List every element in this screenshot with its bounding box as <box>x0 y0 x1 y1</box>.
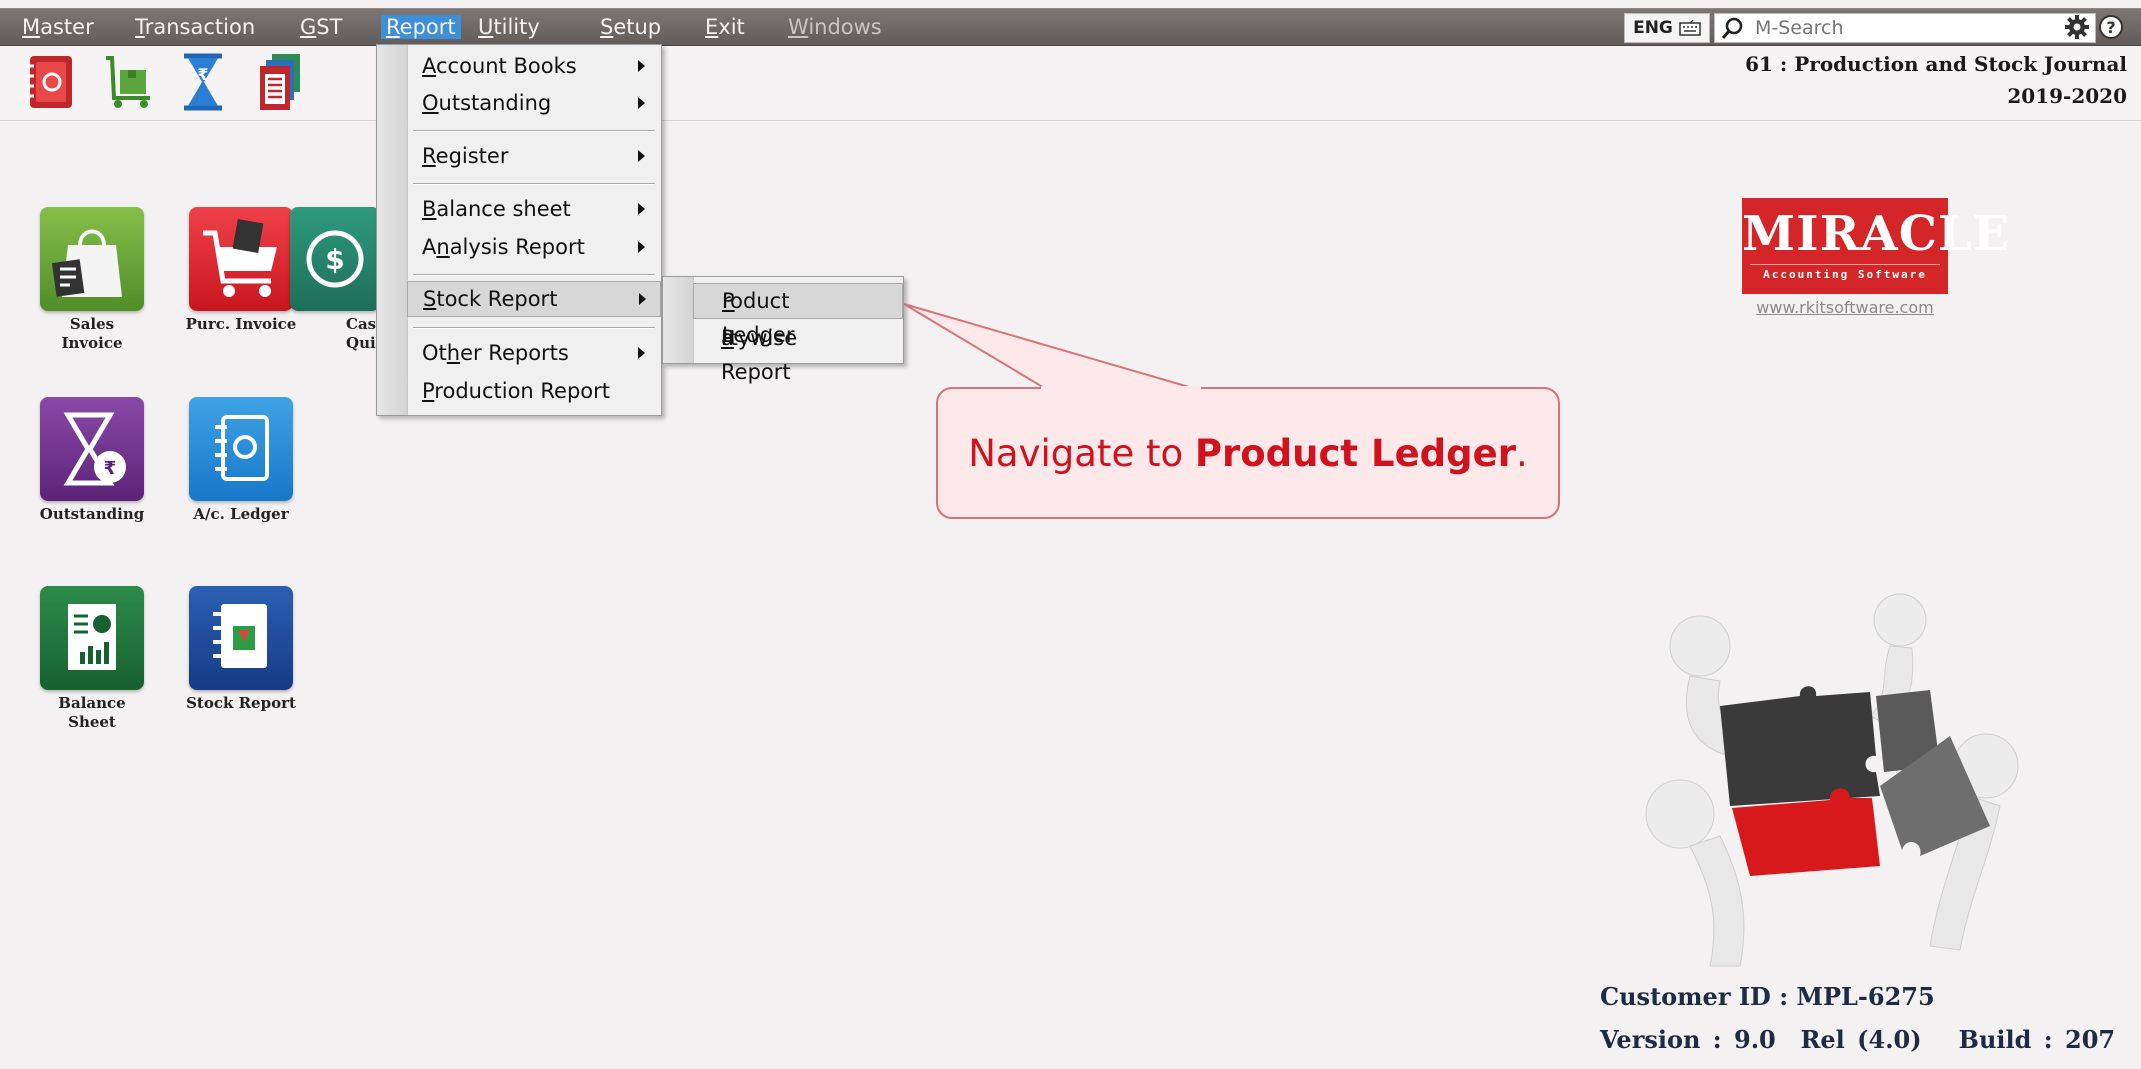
miracle-logo: MIRACLE Accounting Software <box>1742 198 2009 294</box>
website-link[interactable]: www.rkitsoftware.com <box>1742 298 1948 317</box>
teamwork-puzzle-illustration <box>1645 593 2019 967</box>
instruction-callout: Navigate to Product Ledger. <box>936 387 1560 519</box>
customer-id: Customer ID : MPL-6275 <box>1600 982 1935 1011</box>
version-info: Version : 9.0 Rel (4.0) Build : 207 <box>1600 1025 2116 1054</box>
